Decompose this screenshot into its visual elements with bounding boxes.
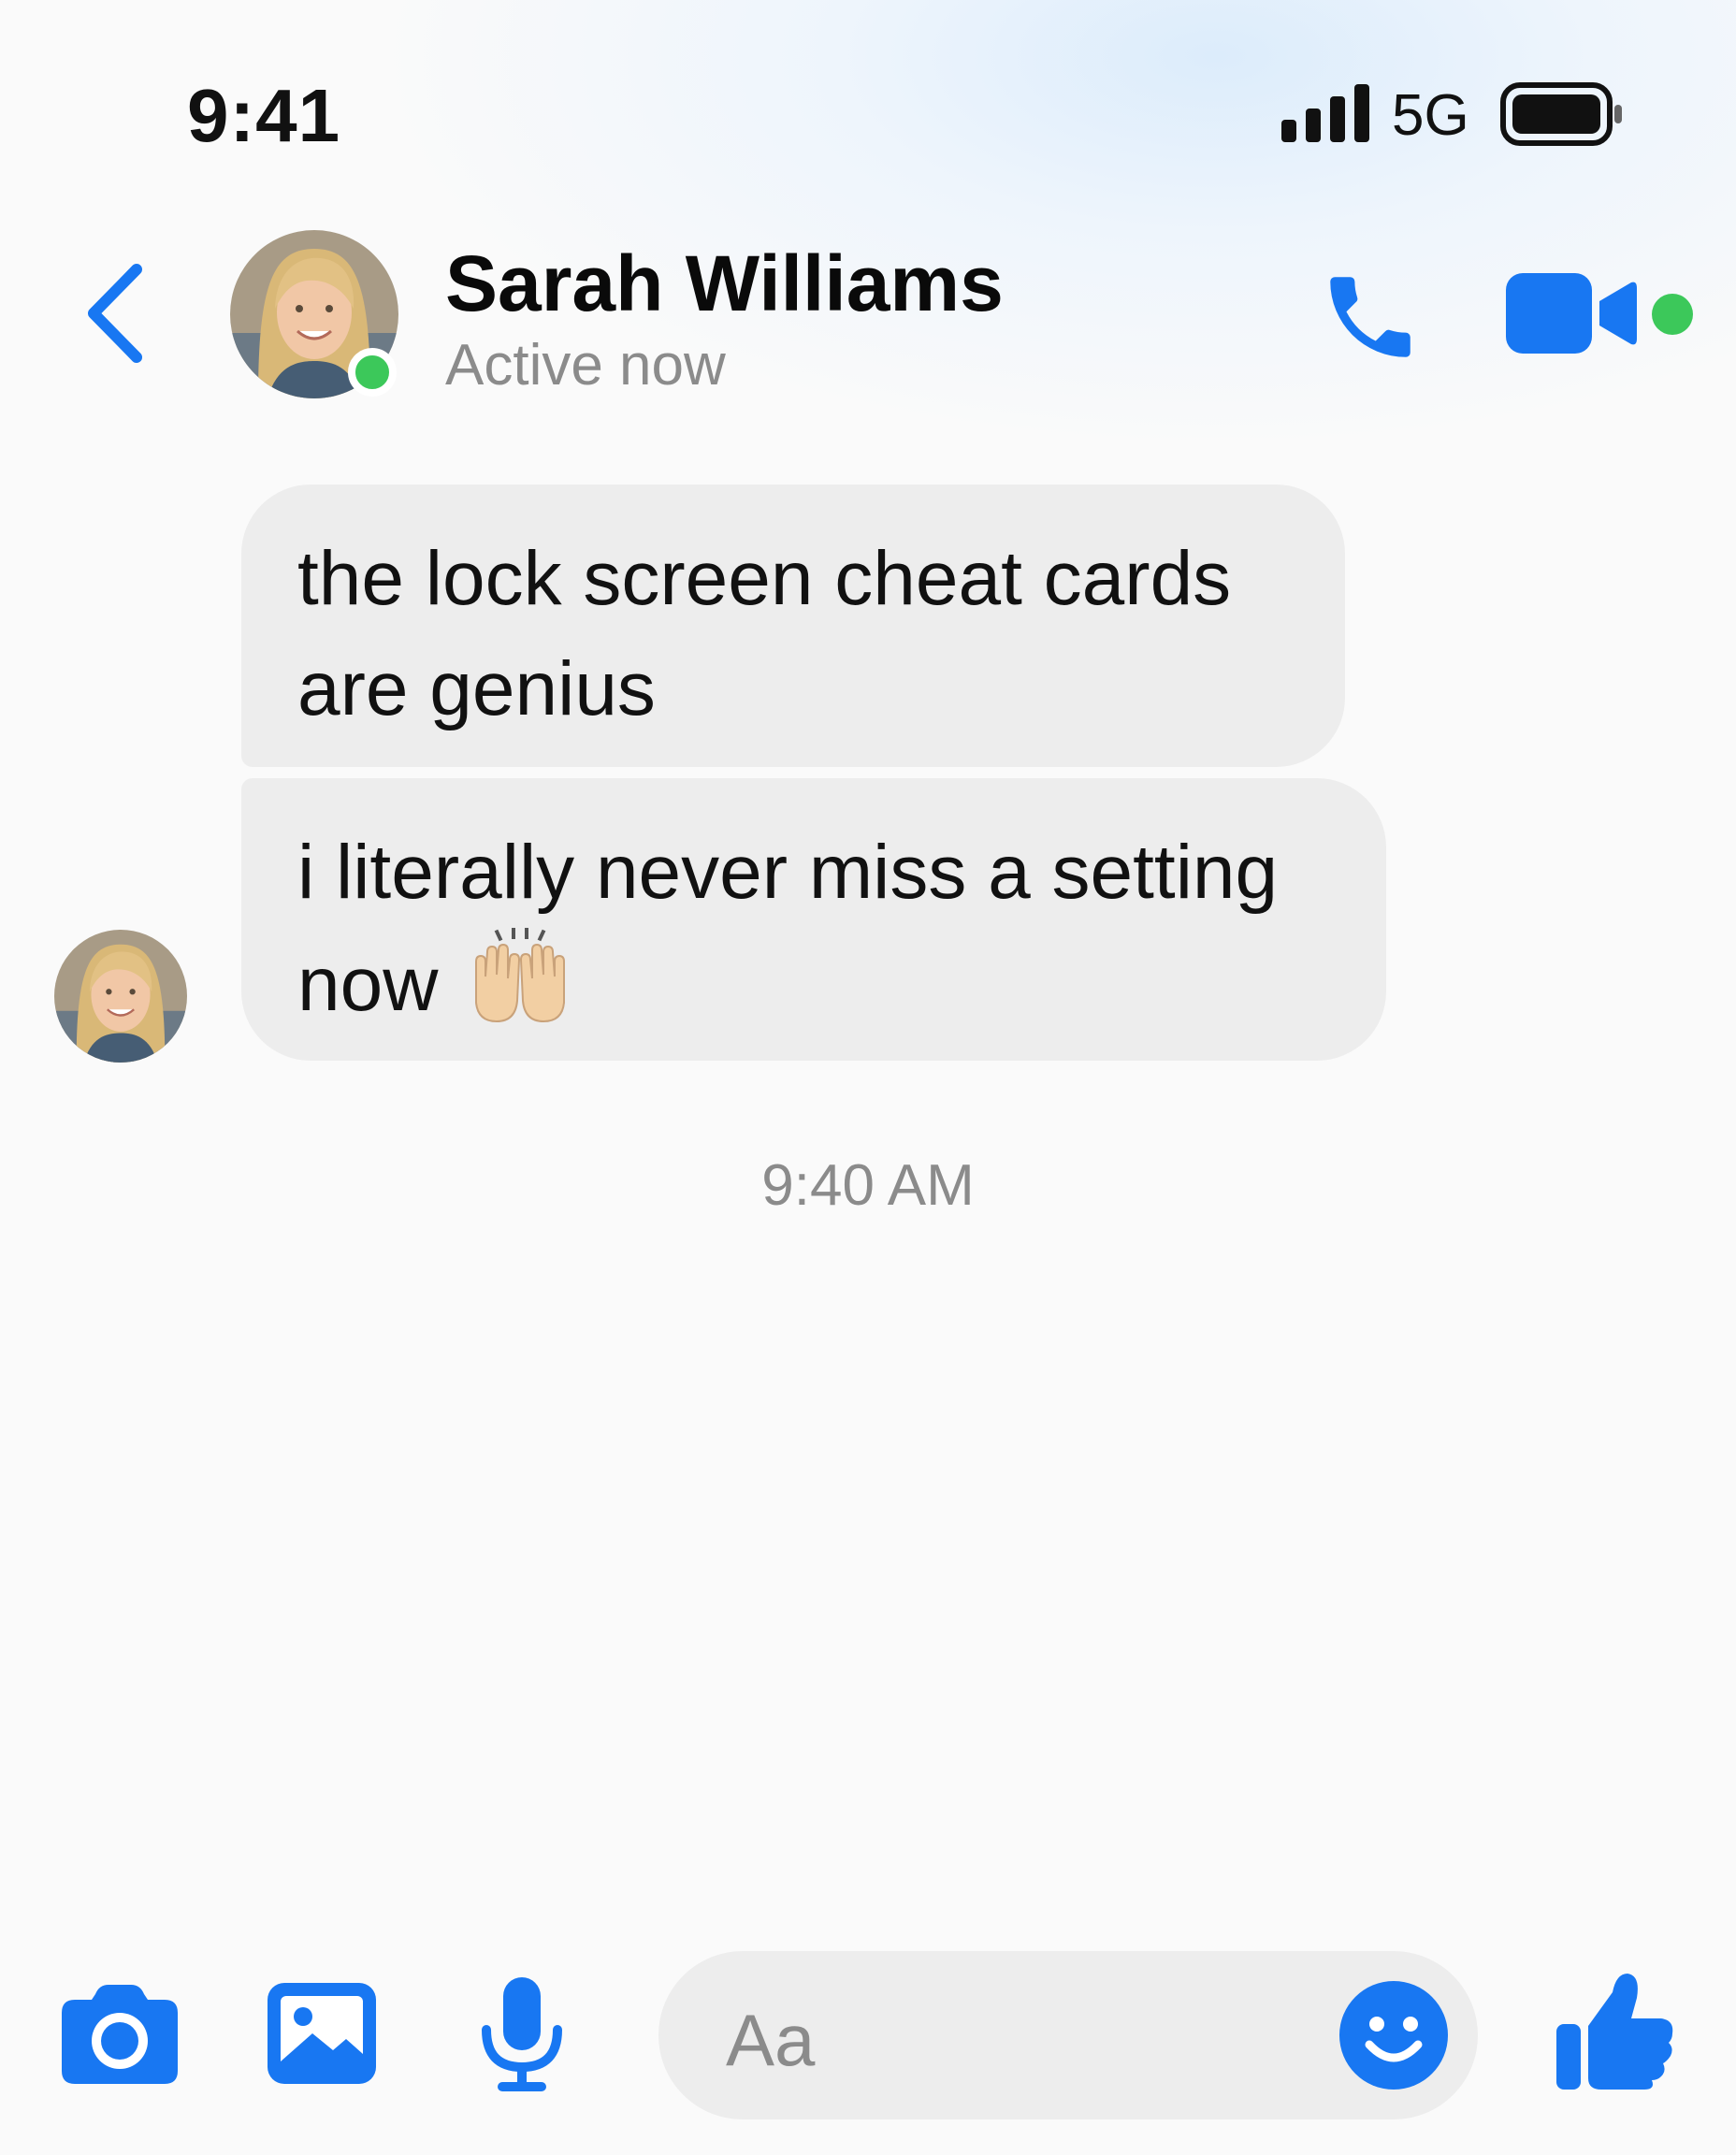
contact-name[interactable]: Sarah Williams [445,239,1004,329]
status-time: 9:41 [187,74,341,157]
message-line: the lock screen cheat cards [297,536,1232,621]
message-bubble[interactable]: the lock screen cheat cards are genius [241,485,1345,767]
emoji-smile-icon[interactable] [1338,1979,1450,2091]
online-indicator [348,348,397,397]
thumbs-up-icon[interactable] [1555,1970,1676,2091]
battery-icon [1500,82,1622,146]
back-chevron-icon[interactable] [82,262,148,365]
message-line: i literally never miss a setting [297,830,1279,915]
gallery-icon[interactable] [266,1981,378,2086]
sender-avatar[interactable] [54,930,187,1063]
video-camera-icon[interactable] [1506,271,1637,355]
camera-icon[interactable] [60,1981,180,2086]
message-timestamp: 9:40 AM [761,1153,975,1218]
message-line: now [297,942,439,1027]
message-input-placeholder: Aa [726,1999,816,2081]
signal-bars-icon [1281,84,1369,142]
microphone-icon[interactable] [475,1975,569,2095]
message-input[interactable]: Aa [658,1951,1478,2119]
video-active-dot [1652,294,1693,335]
avatar-photo [54,930,187,1063]
message-bubble[interactable]: i literally never miss a setting now [241,778,1386,1061]
raising-hands-emoji [475,928,566,1023]
contact-status: Active now [445,333,726,398]
network-type: 5G [1392,83,1469,148]
message-line-with-emoji: now [297,928,1330,1040]
phone-icon[interactable] [1317,264,1424,370]
message-line: are genius [297,646,656,731]
